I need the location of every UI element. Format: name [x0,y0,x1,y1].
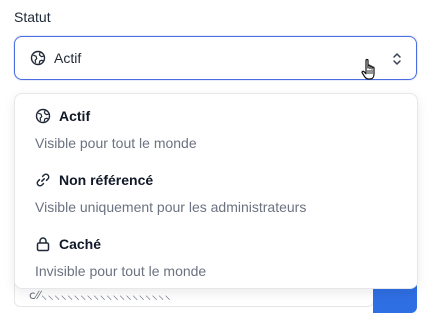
chevron-up-down-icon [393,53,401,65]
globe-icon [35,108,51,124]
option-title: Non référencé [59,172,154,188]
option-description: Visible uniquement pour les administrate… [35,199,307,215]
option-cache[interactable]: Caché Invisible pour tout le monde [15,222,417,282]
option-description: Visible pour tout le monde [35,135,197,151]
lock-icon [36,237,50,252]
status-label: Statut [14,9,51,25]
status-select-value: Actif [54,50,82,66]
option-actif[interactable]: Actif Visible pour tout le monde [15,94,417,154]
status-field-panel: Statut Actif ⅽ∕∕⸜⸜⸜⸜⸜⸜⸜⸜⸜⸜⸜⸜⸜⸜⸜⸜⸜⸜⸜⸜ Act… [0,0,429,315]
hand-pointer-cursor-icon [361,58,375,80]
option-non-reference[interactable]: Non référencé Visible uniquement pour le… [15,158,417,218]
option-title: Actif [59,108,91,124]
globe-icon [30,50,46,66]
link-icon [36,173,50,187]
option-title: Caché [59,236,102,252]
option-description: Invisible pour tout le monde [35,263,207,279]
status-select[interactable]: Actif [14,36,417,80]
status-dropdown-menu: Actif Visible pour tout le monde Non réf… [14,93,418,289]
